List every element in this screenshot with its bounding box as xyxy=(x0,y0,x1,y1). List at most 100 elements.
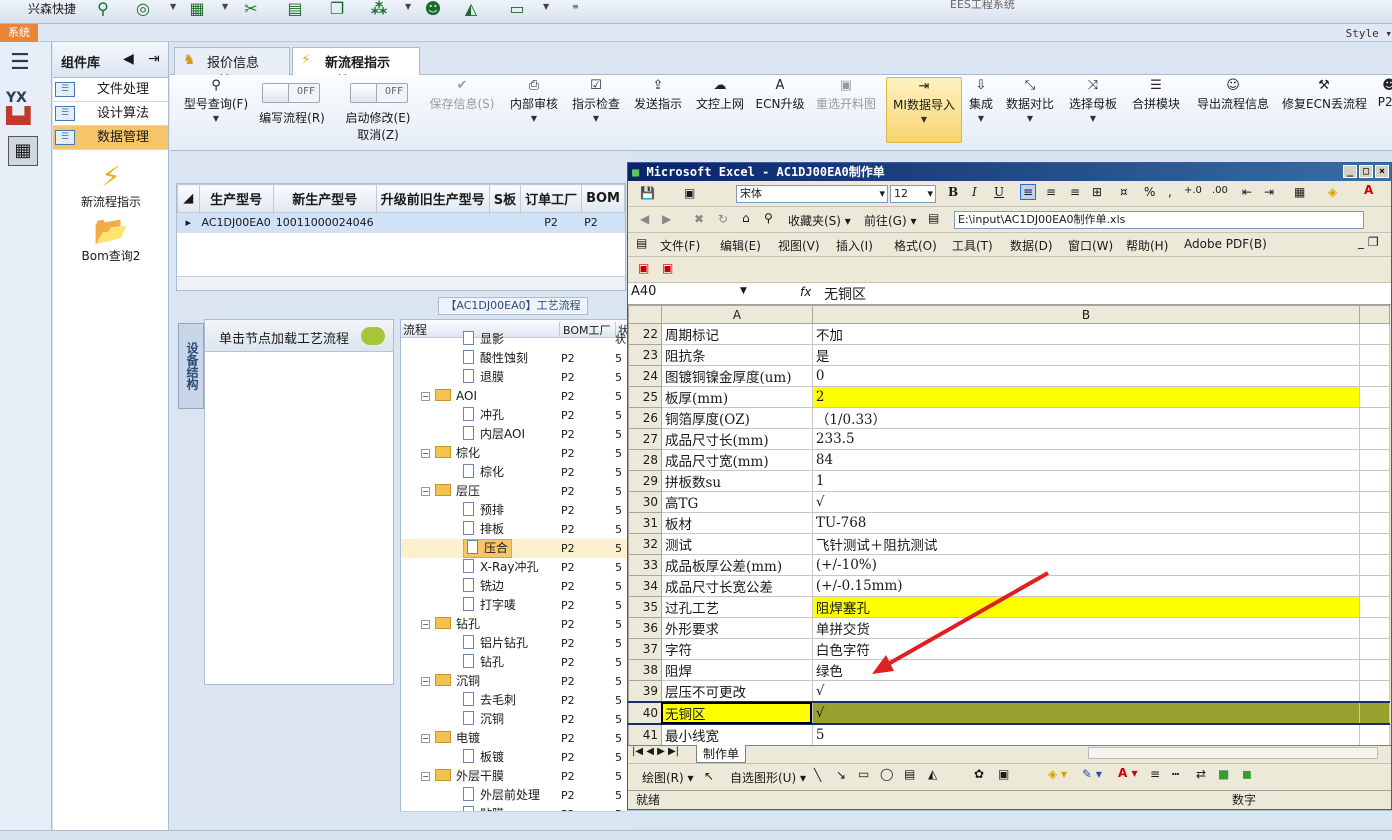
tree-node[interactable]: X-Ray冲孔 P2 5 xyxy=(401,558,629,577)
sheet-nav-icon[interactable]: |◀ ◀ ▶ ▶| xyxy=(632,746,679,757)
save-icon[interactable]: 💾 xyxy=(640,186,655,200)
pin-icon[interactable]: ⇥ xyxy=(148,51,160,67)
menu-format[interactable]: 格式(O) xyxy=(894,237,937,254)
grid-horizontal-scrollbar[interactable] xyxy=(177,276,625,290)
collapse-left-icon[interactable]: ◀ xyxy=(123,51,134,67)
chevron-down-icon[interactable]: ▼ xyxy=(543,2,549,11)
tree-node[interactable]: − 层压 P2 5 xyxy=(401,482,629,501)
tree-node[interactable]: 酸性蚀刻 P2 5 xyxy=(401,349,629,368)
send-instruction-button[interactable]: ⇪ 发送指示 xyxy=(632,77,684,143)
sheet-tab[interactable]: 制作单 xyxy=(696,745,747,763)
pointer-icon[interactable]: ↖ xyxy=(704,769,714,783)
row-selector-header[interactable]: ◢ xyxy=(177,184,200,213)
data-compare-button[interactable]: ⤡ 数据对比 ▼ xyxy=(1004,77,1056,143)
align-right-icon[interactable]: ≡ xyxy=(1070,185,1080,199)
grid-icon[interactable]: ▦ xyxy=(186,0,208,20)
grid-col-header[interactable]: 订单工厂 xyxy=(520,184,583,213)
back-icon[interactable]: ◀ xyxy=(640,212,649,226)
align-center-icon[interactable]: ≡ xyxy=(1046,185,1056,199)
tree-node[interactable]: 钻孔 P2 5 xyxy=(401,653,629,672)
apps-icon[interactable]: ⁂ xyxy=(368,0,390,20)
collapse-icon[interactable]: − xyxy=(421,392,430,401)
tree-node[interactable]: − 外层干膜 P2 5 xyxy=(401,767,629,786)
textbox-icon[interactable]: ▤ xyxy=(904,767,915,781)
tree-node[interactable]: 沉铜 P2 5 xyxy=(401,710,629,729)
chevron-down-icon[interactable]: ▼ xyxy=(405,2,411,11)
write-flow-button[interactable]: 编写流程(R) xyxy=(256,109,328,129)
restore-icon[interactable]: _ ❐ xyxy=(1358,235,1379,249)
scissors-icon[interactable]: ✂ xyxy=(240,0,262,20)
library-item-design-algorithm[interactable]: ☰ 设计算法 xyxy=(53,102,168,126)
tab-new-flow[interactable]: ⚡ 新流程指示 × xyxy=(292,47,420,86)
sheet-hscrollbar[interactable] xyxy=(1088,747,1378,759)
arrow-icon[interactable]: ↘ xyxy=(836,768,846,782)
menu-file[interactable]: 文件(F) xyxy=(660,237,700,254)
model-query-button[interactable]: ⚲ 型号查询(F) ▼ xyxy=(180,77,252,143)
host-horizontal-scrollbar[interactable] xyxy=(627,810,1392,828)
collapse-icon[interactable]: − xyxy=(421,772,430,781)
tree-node[interactable]: 预排 P2 5 xyxy=(401,501,629,520)
decrease-decimal-icon[interactable]: .00 xyxy=(1212,185,1228,196)
copy-icon[interactable]: ❐ xyxy=(326,0,348,20)
dash-style-icon[interactable]: ┅ xyxy=(1172,767,1179,781)
tab-quote-info[interactable]: ♞ 报价信息 × xyxy=(174,47,290,86)
line-color-icon[interactable]: ✎ ▾ xyxy=(1082,767,1102,781)
3d-icon[interactable]: ◼ xyxy=(1242,767,1252,781)
line-style-icon[interactable]: ≡ xyxy=(1150,767,1160,781)
percent-icon[interactable]: % xyxy=(1144,185,1155,199)
rectangle-icon[interactable]: ▭ xyxy=(858,767,869,781)
mi-import-button[interactable]: ⇥ MI数据导入 ▼ xyxy=(886,77,962,143)
tree-node[interactable]: 压合 P2 5 xyxy=(401,539,629,558)
bom-query-link[interactable]: 📂 Bom查询2 xyxy=(53,214,169,264)
customize-icon[interactable]: ≡ xyxy=(572,2,579,11)
stop-icon[interactable]: ✖ xyxy=(694,212,704,226)
grid-cell[interactable]: AC1DJ00EA0 xyxy=(198,212,274,233)
tree-node[interactable]: − 沉铜 P2 5 xyxy=(401,672,629,691)
tree-node[interactable]: 打字唛 P2 5 xyxy=(401,596,629,615)
forward-icon[interactable]: ▶ xyxy=(662,212,671,226)
refresh-icon[interactable]: ↻ xyxy=(718,212,728,226)
p2e-button[interactable]: ☻ P2E xyxy=(1374,77,1392,143)
write-flow-toggle[interactable]: OFF xyxy=(262,83,320,103)
font-color-icon[interactable]: A xyxy=(1364,183,1373,197)
hamburger-menu-icon[interactable]: ☰ xyxy=(10,50,34,75)
grid-cell[interactable]: 10011000024046 xyxy=(272,212,377,233)
line-icon[interactable]: ╲ xyxy=(814,768,821,782)
collapse-icon[interactable]: − xyxy=(421,620,430,629)
arrow-style-icon[interactable]: ⇄ xyxy=(1196,767,1206,781)
fx-icon[interactable]: fx xyxy=(800,285,811,299)
tree-node[interactable]: 冲孔 P2 5 xyxy=(401,406,629,425)
pdf-icon[interactable]: ▣ xyxy=(638,261,649,275)
fix-ecn-button[interactable]: ⚒ 修复ECN丢流程 xyxy=(1282,77,1367,143)
collapse-icon[interactable]: − xyxy=(421,487,430,496)
menu-help[interactable]: 帮助(H) xyxy=(1126,237,1168,254)
picture-icon[interactable]: ▣ xyxy=(998,767,1009,781)
merge-center-icon[interactable]: ⊞ xyxy=(1092,185,1102,199)
system-tab[interactable]: 系统 xyxy=(0,24,38,42)
monitor-icon[interactable]: ▭ xyxy=(506,0,528,20)
italic-button[interactable]: I xyxy=(972,185,977,199)
library-item-data-management[interactable]: ☰ 数据管理 xyxy=(53,126,168,150)
tree-node[interactable]: 去毛刺 P2 5 xyxy=(401,691,629,710)
globe-icon[interactable]: ◎ xyxy=(132,0,154,20)
font-color-icon[interactable]: A ▾ xyxy=(1118,766,1138,780)
currency-icon[interactable]: ¤ xyxy=(1120,185,1128,199)
address-input[interactable]: E:\input\AC1DJ00EA0制作单.xls xyxy=(954,211,1364,229)
grid-cell[interactable] xyxy=(375,212,490,233)
chevron-down-icon[interactable]: ▼ xyxy=(222,2,228,11)
table-row[interactable]: ▸ AC1DJ00EA0 10011000024046 P2 P2 xyxy=(177,212,625,233)
menu-data[interactable]: 数据(D) xyxy=(1010,237,1053,254)
minimize-icon[interactable]: _ xyxy=(1343,165,1357,178)
menu-insert[interactable]: 插入(I) xyxy=(836,237,873,254)
tree-node[interactable]: 显影 状 xyxy=(401,330,629,349)
tree-node[interactable]: 内层AOI P2 5 xyxy=(401,425,629,444)
bold-button[interactable]: B xyxy=(948,185,958,199)
favorites-menu[interactable]: 收藏夹(S) ▾ xyxy=(788,212,851,229)
factory-logo-icon[interactable]: YX ▙▟ xyxy=(6,90,40,125)
grid-col-header[interactable]: S板 xyxy=(488,184,522,213)
tree-node[interactable]: − 棕化 P2 5 xyxy=(401,444,629,463)
shadow-icon[interactable]: ■ xyxy=(1218,767,1229,781)
oval-icon[interactable]: ◯ xyxy=(880,767,893,781)
align-left-icon[interactable]: ≡ xyxy=(1020,184,1037,200)
tree-node[interactable]: 铝片钻孔 P2 5 xyxy=(401,634,629,653)
